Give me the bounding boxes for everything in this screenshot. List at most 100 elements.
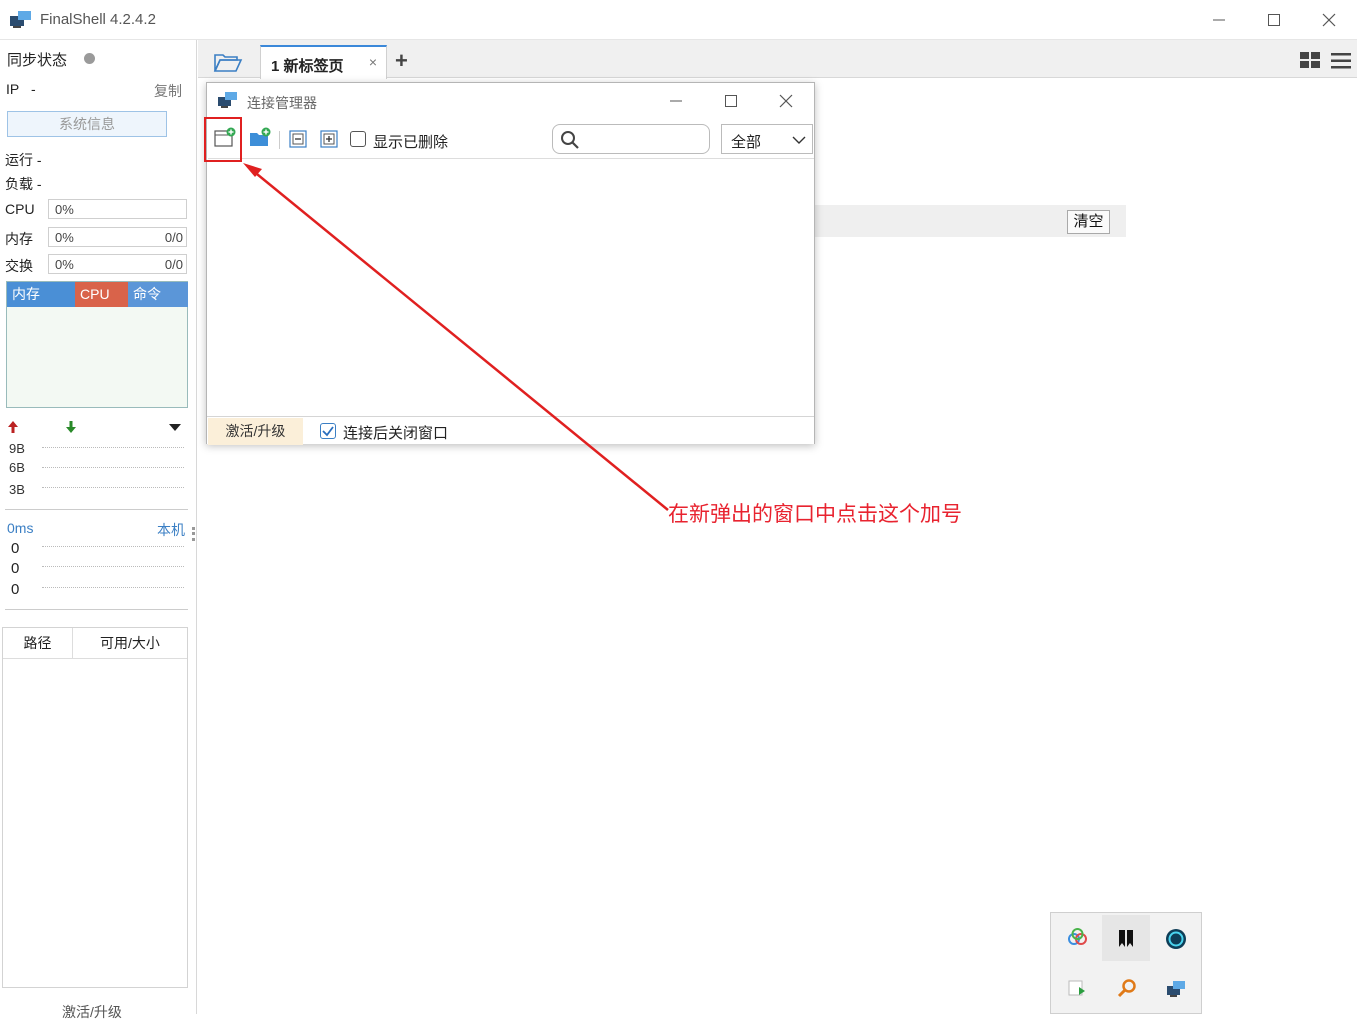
search-input[interactable] <box>552 124 710 154</box>
run-label: 运行 - <box>5 152 42 168</box>
title-bar: FinalShell 4.2.4.2 <box>0 0 1357 40</box>
open-folder-icon[interactable] <box>213 51 243 73</box>
chevron-down-icon <box>792 136 806 144</box>
dialog-maximize-button[interactable] <box>717 87 745 115</box>
activate-upgrade-link[interactable]: 激活/升级 <box>62 1002 122 1022</box>
swap-percent: 0% <box>55 257 74 272</box>
tray-media-icon[interactable] <box>1053 965 1101 1011</box>
connection-manager-dialog: 连接管理器 显示已删除 全部 激活/升级 连接后关闭窗口 <box>206 82 815 445</box>
console-strip: 清空 <box>815 205 1126 237</box>
network-graph: 9B 6B 3B <box>5 410 188 510</box>
ip-value: - <box>31 81 36 97</box>
search-icon <box>561 131 579 149</box>
tab-new-tab[interactable]: 1 新标签页 × <box>260 45 387 79</box>
dialog-title: 连接管理器 <box>247 95 317 111</box>
new-folder-icon[interactable] <box>249 127 271 149</box>
grid-line <box>42 487 184 488</box>
download-arrow-icon <box>66 421 76 433</box>
maximize-icon <box>1268 14 1280 26</box>
net-scale-label: 9B <box>9 441 25 456</box>
dialog-footer: 激活/升级 连接后关闭窗口 <box>207 416 814 445</box>
swap-meter: 0% 0/0 <box>48 254 187 274</box>
connection-list[interactable] <box>208 158 814 416</box>
tab-bar: 1 新标签页 × + <box>198 40 1357 79</box>
dialog-close-button[interactable] <box>772 87 800 115</box>
collapse-all-icon[interactable] <box>288 129 310 151</box>
splitter-handle[interactable] <box>192 527 195 541</box>
highlight-box <box>204 117 242 162</box>
add-tab-button[interactable]: + <box>395 48 408 74</box>
tray-circle-app-icon[interactable] <box>1151 915 1199 961</box>
show-deleted-label: 显示已删除 <box>373 134 449 151</box>
ip-label: IP <box>6 81 20 97</box>
menu-icon[interactable] <box>1331 53 1351 69</box>
checkmark-icon <box>322 426 334 437</box>
clear-button[interactable]: 清空 <box>1067 210 1110 234</box>
cpu-percent: 0% <box>55 202 74 217</box>
proc-tab-cpu[interactable]: CPU <box>75 282 128 307</box>
tab-label: 1 新标签页 <box>271 58 344 75</box>
tray-cloud-icon[interactable] <box>1053 915 1101 961</box>
sync-status-dot-icon <box>84 53 95 64</box>
latency-label: 0ms <box>7 520 34 536</box>
cpu-label: CPU <box>5 201 35 217</box>
show-deleted-checkbox[interactable] <box>350 131 366 147</box>
dialog-minimize-button[interactable] <box>662 87 690 115</box>
dialog-activate-button[interactable]: 激活/升级 <box>208 418 303 445</box>
tray-bookmark-icon[interactable] <box>1102 915 1150 961</box>
finalshell-logo-icon <box>10 11 31 28</box>
grid-line <box>42 467 184 468</box>
minimize-icon <box>670 100 682 102</box>
close-icon <box>779 94 793 108</box>
status-sidebar: 同步状态 IP - 复制 系统信息 运行 - 负载 - CPU 0% 内存 0%… <box>0 40 197 1020</box>
swap-label: 交换 <box>5 258 33 274</box>
latency-value: 0 <box>11 540 20 557</box>
memory-label: 内存 <box>5 231 33 247</box>
close-after-connect-checkbox[interactable] <box>320 423 336 439</box>
close-after-connect-label: 连接后关闭窗口 <box>343 425 449 442</box>
connection-manager-logo-icon <box>218 92 237 108</box>
load-label: 负载 - <box>5 176 42 192</box>
latency-host-label: 本机 <box>157 522 185 538</box>
maximize-icon <box>725 95 737 107</box>
annotation-text: 在新弹出的窗口中点击这个加号 <box>668 502 962 526</box>
grid-view-icon[interactable] <box>1300 52 1321 69</box>
grid-line <box>42 566 184 567</box>
tray-finalshell-icon[interactable] <box>1151 965 1199 1011</box>
minimize-icon <box>1213 19 1225 21</box>
app-title: FinalShell 4.2.4.2 <box>40 11 156 28</box>
tray-search-tool-icon[interactable] <box>1102 965 1150 1011</box>
net-scale-label: 3B <box>9 482 25 497</box>
grid-line <box>42 447 184 448</box>
process-panel: 内存 CPU 命令 <box>6 281 188 408</box>
expand-all-icon[interactable] <box>319 129 341 151</box>
proc-tab-memory[interactable]: 内存 <box>7 282 75 307</box>
memory-ratio: 0/0 <box>164 230 183 245</box>
grid-line <box>42 546 184 547</box>
proc-tab-command[interactable]: 命令 <box>128 282 188 307</box>
system-tray-popup <box>1050 912 1202 1014</box>
disk-header-size[interactable]: 可用/大小 <box>73 628 187 659</box>
system-info-button[interactable]: 系统信息 <box>7 111 167 137</box>
filter-value: 全部 <box>731 134 762 151</box>
interface-dropdown-icon[interactable] <box>168 422 182 432</box>
memory-percent: 0% <box>55 230 74 245</box>
toolbar-divider <box>279 131 280 149</box>
swap-ratio: 0/0 <box>164 257 183 272</box>
maximize-button[interactable] <box>1260 6 1288 34</box>
cpu-meter: 0% <box>48 199 187 219</box>
disk-header-path[interactable]: 路径 <box>3 628 73 659</box>
sync-status-label: 同步状态 <box>7 52 68 69</box>
close-button[interactable] <box>1315 6 1343 34</box>
close-icon <box>1322 13 1336 27</box>
filter-select[interactable]: 全部 <box>721 124 813 154</box>
tab-close-icon[interactable]: × <box>369 54 377 70</box>
memory-meter: 0% 0/0 <box>48 227 187 247</box>
disk-table: 路径 可用/大小 <box>2 627 188 988</box>
minimize-button[interactable] <box>1205 6 1233 34</box>
latency-graph: 0ms 本机 0 0 0 <box>5 516 188 610</box>
latency-value: 0 <box>11 560 20 577</box>
latency-value: 0 <box>11 581 20 598</box>
grid-line <box>42 587 184 588</box>
copy-ip-link[interactable]: 复制 <box>154 81 182 101</box>
